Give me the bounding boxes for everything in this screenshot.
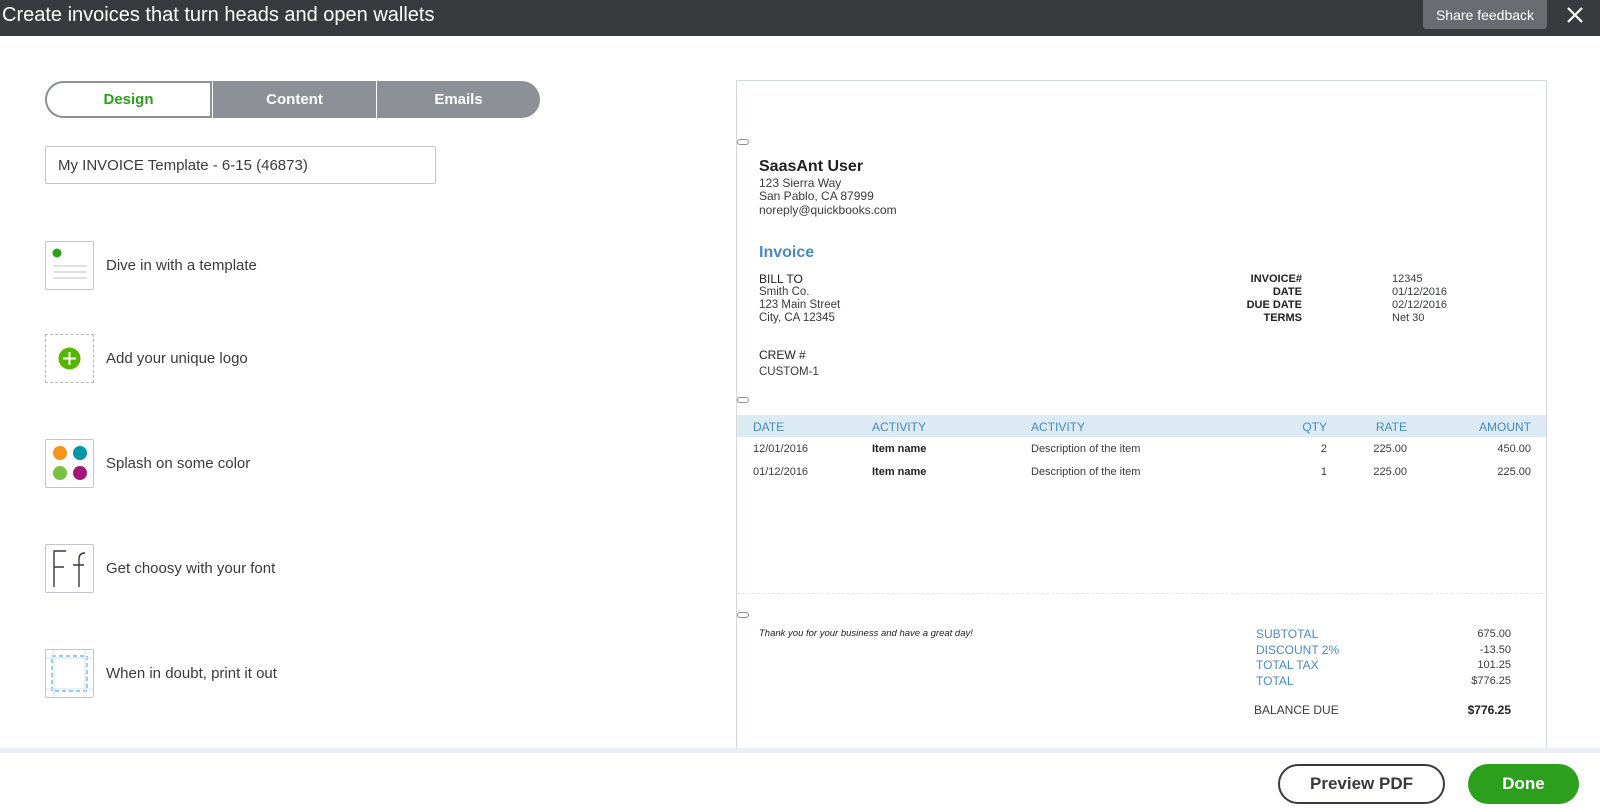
bill-to-name: Smith Co.	[759, 286, 810, 298]
close-icon[interactable]	[1562, 2, 1588, 28]
feature-label: Add your unique logo	[106, 349, 248, 367]
custom-field-value: CUSTOM-1	[759, 366, 819, 378]
feature-logo[interactable]: Add your unique logo	[45, 333, 248, 383]
invoice-date-value: 01/12/2016	[1392, 286, 1448, 298]
feature-color[interactable]: Splash on some color	[45, 438, 250, 488]
add-logo-icon	[45, 333, 94, 383]
custom-field-label: CREW #	[759, 348, 806, 362]
share-feedback-button[interactable]: Share feedback	[1423, 0, 1547, 29]
row-item: Item name	[872, 466, 927, 478]
row-date: 12/01/2016	[753, 443, 809, 455]
tab-bar: Design Content Emails	[45, 81, 540, 118]
total-label: TOTAL	[1256, 674, 1294, 688]
column-header-date: DATE	[753, 420, 785, 434]
column-header-activity: ACTIVITY	[872, 420, 927, 434]
tab-content[interactable]: Content	[212, 81, 376, 118]
bill-to-address-line1: 123 Main Street	[759, 299, 841, 311]
template-name-input[interactable]	[45, 146, 436, 184]
total-tax-label: TOTAL TAX	[1256, 658, 1319, 672]
row-rate: 225.00	[1373, 443, 1407, 455]
balance-due-label: BALANCE DUE	[1254, 703, 1339, 717]
page-title: Create invoices that turn heads and open…	[2, 4, 435, 26]
balance-due-value: $776.25	[1467, 703, 1511, 717]
row-amount: 450.00	[1497, 443, 1531, 455]
company-name: SaasAnt User	[759, 158, 864, 175]
feature-print[interactable]: When in doubt, print it out	[45, 648, 277, 698]
footer-separator	[0, 748, 1600, 753]
font-icon	[45, 543, 94, 593]
top-bar: Create invoices that turn heads and open…	[0, 0, 1600, 36]
company-address-line2: San Pablo, CA 87999	[759, 189, 874, 203]
discount-value: -13.50	[1479, 644, 1511, 656]
tab-design[interactable]: Design	[45, 81, 212, 118]
column-header-amount: AMOUNT	[1479, 420, 1531, 434]
company-email: noreply@quickbooks.com	[759, 203, 897, 217]
company-address-line1: 123 Sierra Way	[759, 176, 842, 190]
section-handle[interactable]	[737, 612, 749, 618]
row-rate: 225.00	[1373, 466, 1407, 478]
column-header-qty: QTY	[1302, 420, 1327, 434]
row-description: Description of the item	[1031, 443, 1141, 455]
done-button[interactable]: Done	[1468, 764, 1579, 804]
invoice-number-label: INVOICE#	[1250, 273, 1302, 285]
feature-label: When in doubt, print it out	[106, 664, 277, 682]
tab-emails[interactable]: Emails	[376, 81, 540, 118]
row-date: 01/12/2016	[753, 466, 809, 478]
bill-to-heading: BILL TO	[759, 272, 803, 286]
feature-font[interactable]: Get choosy with your font	[45, 543, 275, 593]
invoice-preview: SaasAnt User 123 Sierra Way San Pablo, C…	[736, 80, 1547, 750]
subtotal-value: 675.00	[1477, 628, 1511, 640]
table-row: 12/01/2016 Item name Description of the …	[737, 440, 1546, 460]
invoice-title: Invoice	[759, 244, 815, 261]
table-row: 01/12/2016 Item name Description of the …	[737, 463, 1546, 483]
row-qty: 1	[1320, 466, 1327, 478]
total-tax-value: 101.25	[1477, 659, 1511, 671]
column-header-description: ACTIVITY	[1031, 420, 1086, 434]
invoice-message: Thank you for your business and have a g…	[759, 628, 973, 639]
bill-to-address-line2: City, CA 12345	[759, 312, 835, 324]
preview-pdf-button[interactable]: Preview PDF	[1278, 764, 1445, 804]
row-qty: 2	[1320, 443, 1327, 455]
template-icon	[45, 240, 94, 290]
feature-label: Dive in with a template	[106, 256, 257, 274]
invoice-number-value: 12345	[1392, 273, 1423, 285]
subtotal-label: SUBTOTAL	[1256, 627, 1319, 641]
column-header-rate: RATE	[1375, 420, 1407, 434]
section-handle[interactable]	[737, 397, 749, 403]
row-item: Item name	[872, 443, 927, 455]
section-handle[interactable]	[737, 139, 749, 145]
invoice-date-label: DATE	[1272, 286, 1302, 298]
feature-template[interactable]: Dive in with a template	[45, 240, 257, 290]
feature-label: Get choosy with your font	[106, 559, 276, 577]
terms-label: TERMS	[1263, 312, 1303, 324]
total-value: $776.25	[1471, 675, 1511, 687]
terms-value: Net 30	[1392, 312, 1425, 324]
discount-label: DISCOUNT 2%	[1256, 643, 1340, 657]
due-date-value: 02/12/2016	[1392, 299, 1448, 311]
due-date-label: DUE DATE	[1246, 299, 1302, 311]
line-items-header: DATE ACTIVITY ACTIVITY QTY RATE AMOUNT	[737, 415, 1546, 437]
feature-label: Splash on some color	[106, 454, 251, 472]
print-layout-icon	[45, 648, 94, 698]
row-amount: 225.00	[1497, 466, 1531, 478]
color-palette-icon	[45, 438, 94, 488]
row-description: Description of the item	[1031, 466, 1141, 478]
footer-divider	[737, 593, 1546, 594]
